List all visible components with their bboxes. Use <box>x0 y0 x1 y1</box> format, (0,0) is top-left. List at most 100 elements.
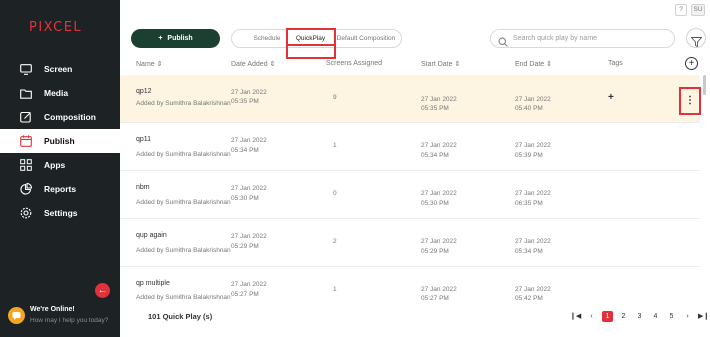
highlight-box-divider <box>286 44 336 46</box>
table-row[interactable]: qp multiple Added by Sumithra Balakrishn… <box>120 267 700 305</box>
chat-widget[interactable]: We're Online! How may I help you today? <box>8 306 120 328</box>
row-menu-button[interactable]: ⋮ <box>679 87 701 115</box>
prev-page-icon[interactable]: ‹ <box>586 311 597 322</box>
row-added-date: 27 Jan 2022 <box>231 281 267 288</box>
folder-icon <box>15 88 37 99</box>
last-page-icon[interactable]: ▶❙ <box>698 311 709 322</box>
pie-chart-icon <box>15 183 37 195</box>
add-column-button[interactable]: + <box>685 57 698 70</box>
row-end-date: 27 Jan 2022 <box>515 142 551 149</box>
row-end-date: 27 Jan 2022 <box>515 238 551 245</box>
search-placeholder: Search quick play by name <box>513 35 598 42</box>
row-added-by: Added by Sumithra Balakrishnan <box>136 100 231 107</box>
row-name[interactable]: qp multiple <box>136 280 170 287</box>
tab-schedule[interactable]: Schedule <box>242 30 292 47</box>
pagination: ❙◀ ‹ 1 2 3 4 5 › ▶❙ <box>570 311 709 322</box>
edit-icon <box>15 111 37 123</box>
page-4[interactable]: 4 <box>650 311 661 322</box>
page-5[interactable]: 5 <box>666 311 677 322</box>
row-start-date: 27 Jan 2022 <box>421 96 457 103</box>
table-row[interactable]: nbm Added by Sumithra Balakrishnan 27 Ja… <box>120 171 700 219</box>
row-end-time: 05:40 PM <box>515 105 543 112</box>
row-end-date: 27 Jan 2022 <box>515 286 551 293</box>
sidebar-item-media[interactable]: Media <box>0 81 120 105</box>
sidebar-item-label: Settings <box>44 208 78 218</box>
sort-icon: ⇕ <box>454 61 461 68</box>
sort-icon: ⇕ <box>156 61 163 68</box>
publish-button[interactable]: + Publish <box>131 29 220 48</box>
sort-icon: ⇕ <box>269 61 276 68</box>
sidebar-item-publish[interactable]: Publish <box>0 129 120 153</box>
row-name[interactable]: qp11 <box>136 136 151 143</box>
row-screens: 1 <box>333 142 337 149</box>
sidebar-item-reports[interactable]: Reports <box>0 177 120 201</box>
help-button[interactable]: ? <box>675 4 687 16</box>
table-scrollbar[interactable] <box>703 75 706 95</box>
sidebar-item-label: Apps <box>44 160 66 170</box>
table-row[interactable]: qp12 Added by Sumithra Balakrishnan 27 J… <box>120 75 701 123</box>
column-header-date-added[interactable]: Date Added ⇕ <box>231 60 275 68</box>
sidebar-item-label: Media <box>44 88 69 98</box>
result-count: 101 Quick Play (s) <box>148 312 213 321</box>
row-added-time: 05:30 PM <box>231 195 259 202</box>
publish-button-label: Publish <box>167 35 193 42</box>
chat-subtitle: How may I help you today? <box>30 317 109 324</box>
page-3[interactable]: 3 <box>634 311 645 322</box>
row-added-date: 27 Jan 2022 <box>231 233 267 240</box>
row-start-time: 05:27 PM <box>421 295 449 302</box>
search-input[interactable]: Search quick play by name <box>490 29 675 48</box>
sidebar-item-settings[interactable]: Settings <box>0 201 120 225</box>
first-page-icon[interactable]: ❙◀ <box>570 311 581 322</box>
more-vertical-icon: ⋮ <box>685 95 695 106</box>
row-added-time: 05:29 PM <box>231 243 259 250</box>
sidebar-item-label: Publish <box>44 136 75 146</box>
row-start-time: 05:35 PM <box>421 105 449 112</box>
column-header-name[interactable]: Name ⇕ <box>136 60 163 68</box>
table-row[interactable]: qp11 Added by Sumithra Balakrishnan 27 J… <box>120 123 700 171</box>
sidebar-item-label: Screen <box>44 64 73 74</box>
row-start-date: 27 Jan 2022 <box>421 142 457 149</box>
row-name[interactable]: qup again <box>136 232 167 239</box>
next-page-icon[interactable]: › <box>682 311 693 322</box>
sidebar-item-label: Reports <box>44 184 77 194</box>
page-1[interactable]: 1 <box>602 311 613 322</box>
column-header-screens: Screens Assigned <box>326 60 383 67</box>
sidebar-item-label: Composition <box>44 112 96 122</box>
row-end-date: 27 Jan 2022 <box>515 96 551 103</box>
row-start-date: 27 Jan 2022 <box>421 286 457 293</box>
row-screens: 9 <box>333 94 337 101</box>
sidebar-item-screen[interactable]: Screen <box>0 57 120 81</box>
row-screens: 0 <box>333 190 337 197</box>
row-end-time: 05:34 PM <box>515 248 543 255</box>
table-row[interactable]: qup again Added by Sumithra Balakrishnan… <box>120 219 700 267</box>
collapse-sidebar-button[interactable]: ← <box>95 283 110 298</box>
arrow-left-icon: ← <box>97 285 108 296</box>
column-header-tags: Tags <box>608 60 623 67</box>
row-added-by: Added by Sumithra Balakrishnan <box>136 151 231 158</box>
row-end-time: 05:42 PM <box>515 295 543 302</box>
tab-default-composition[interactable]: Default Composition <box>333 30 399 47</box>
row-start-date: 27 Jan 2022 <box>421 238 457 245</box>
row-end-date: 27 Jan 2022 <box>515 190 551 197</box>
row-added-time: 05:35 PM <box>231 98 259 105</box>
chat-title: We're Online! <box>30 306 75 313</box>
column-header-end-date[interactable]: End Date ⇕ <box>515 60 552 68</box>
user-avatar[interactable]: SU <box>691 4 705 16</box>
row-added-date: 27 Jan 2022 <box>231 185 267 192</box>
sidebar-item-composition[interactable]: Composition <box>0 105 120 129</box>
row-end-time: 06:35 PM <box>515 200 543 207</box>
row-screens: 2 <box>333 238 337 245</box>
sort-icon: ⇕ <box>546 61 553 68</box>
row-added-by: Added by Sumithra Balakrishnan <box>136 199 231 206</box>
row-screens: 1 <box>333 286 337 293</box>
filter-icon <box>690 34 703 52</box>
grid-icon <box>15 159 37 171</box>
app-logo[interactable]: PIXCEL <box>29 20 82 35</box>
add-tag-button[interactable]: + <box>608 92 614 103</box>
page-2[interactable]: 2 <box>618 311 629 322</box>
row-name[interactable]: qp12 <box>136 88 152 95</box>
filter-button[interactable] <box>686 28 706 48</box>
column-header-start-date[interactable]: Start Date ⇕ <box>421 60 460 68</box>
sidebar-item-apps[interactable]: Apps <box>0 153 120 177</box>
row-name[interactable]: nbm <box>136 184 150 191</box>
